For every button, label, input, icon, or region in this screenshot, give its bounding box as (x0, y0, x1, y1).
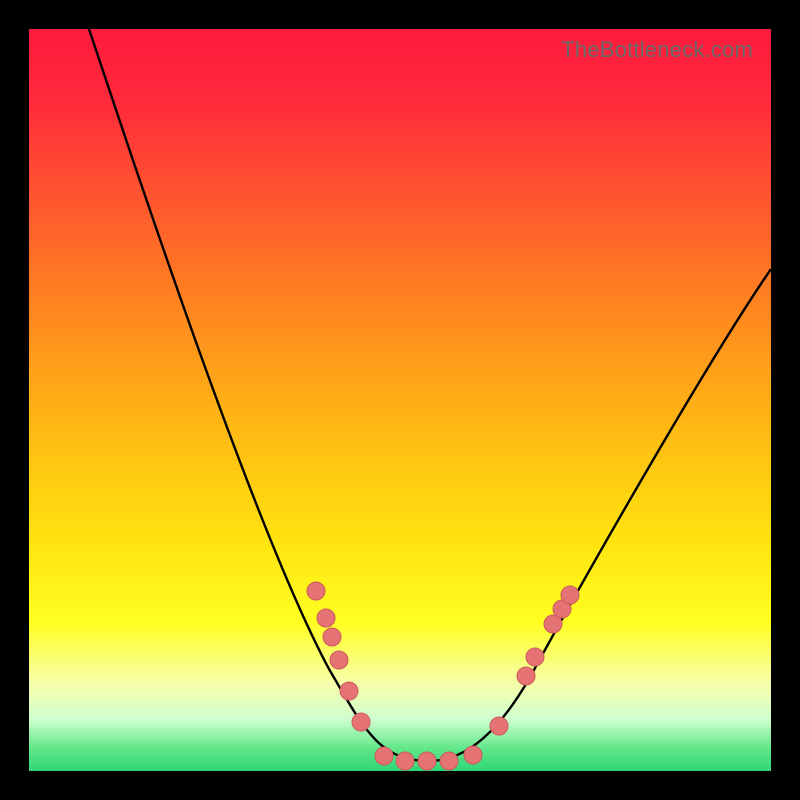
data-point (396, 752, 414, 770)
data-point (352, 713, 370, 731)
data-point (330, 651, 348, 669)
plot-area: TheBottleneck.com (29, 29, 771, 771)
data-point (517, 667, 535, 685)
data-point (340, 682, 358, 700)
data-point (464, 746, 482, 764)
data-point (375, 747, 393, 765)
data-point (526, 648, 544, 666)
data-point (307, 582, 325, 600)
data-point (490, 717, 508, 735)
data-dots (307, 582, 579, 770)
watermark-text: TheBottleneck.com (561, 37, 753, 63)
bottleneck-curve (89, 29, 771, 761)
data-point (323, 628, 341, 646)
curve-layer (29, 29, 771, 771)
data-point (418, 752, 436, 770)
data-point (317, 609, 335, 627)
data-point (440, 752, 458, 770)
chart-stage: TheBottleneck.com (0, 0, 800, 800)
data-point (561, 586, 579, 604)
